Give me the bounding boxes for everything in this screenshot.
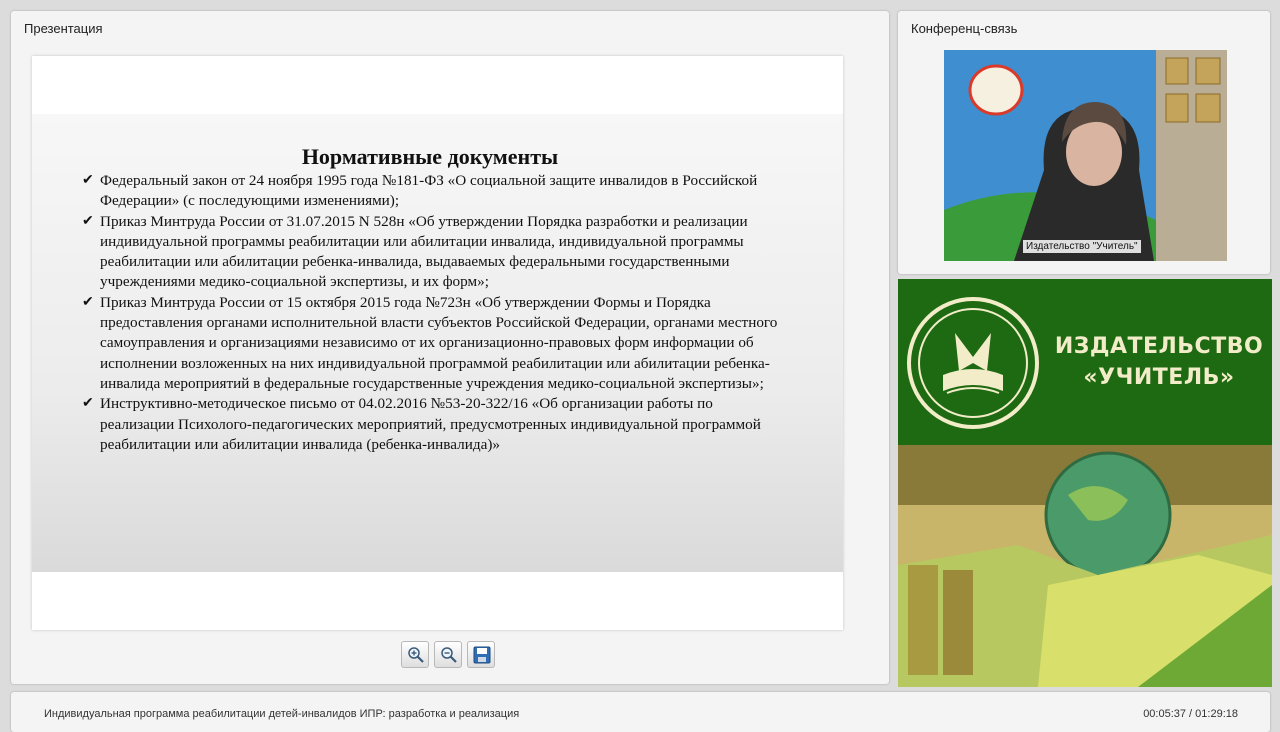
publisher-name-line1: ИЗДАТЕЛЬСТВО <box>1054 334 1264 359</box>
slide-heading: Нормативные документы <box>301 144 559 169</box>
check-icon: ✔ <box>82 396 94 412</box>
video-frame <box>944 50 1227 261</box>
list-item-text: Инструктивно-методическое письмо от 04.0… <box>100 395 761 453</box>
check-icon: ✔ <box>82 213 94 229</box>
zoom-out-button[interactable] <box>434 641 462 668</box>
list-item-text: Федеральный закон от 24 ноября 1995 года… <box>100 172 758 210</box>
course-title: Индивидуальная программа реабилитации де… <box>44 708 520 720</box>
publisher-name: ИЗДАТЕЛЬСТВО «УЧИТЕЛЬ» <box>1044 331 1272 393</box>
save-button[interactable] <box>467 641 495 668</box>
list-item: ✔ Приказ Минтруда России от 31.07.2015 N … <box>82 212 786 293</box>
presentation-title: Презентация <box>24 21 103 36</box>
zoom-in-button[interactable] <box>401 641 429 668</box>
banner-header: ИЗДАТЕЛЬСТВО «УЧИТЕЛЬ» <box>898 279 1272 445</box>
zoom-in-icon <box>408 647 424 663</box>
video-feed[interactable]: Издательство "Учитель" <box>944 50 1227 261</box>
list-item: ✔ Приказ Минтруда России от 15 октября 20… <box>82 293 786 394</box>
conference-title: Конференц-связь <box>911 21 1018 36</box>
list-item-text: Приказ Минтруда России от 15 октября 201… <box>100 293 778 392</box>
publisher-name-line2: «УЧИТЕЛЬ» <box>1083 365 1235 390</box>
slide-document-list: ✔ Федеральный закон от 24 ноября 1995 год… <box>82 171 786 455</box>
save-icon <box>473 646 491 664</box>
conference-panel: Конференц-связь Издательство "Учитель" <box>898 11 1270 274</box>
playback-timecode: 00:05:37 / 01:29:18 <box>1143 708 1238 720</box>
publisher-banner: ИЗДАТЕЛЬСТВО «УЧИТЕЛЬ» <box>898 279 1272 687</box>
list-item: ✔ Инструктивно-методическое письмо от 04.… <box>82 394 786 455</box>
check-icon: ✔ <box>82 294 94 310</box>
banner-image <box>898 445 1272 687</box>
list-item: ✔ Федеральный закон от 24 ноября 1995 год… <box>82 171 786 212</box>
status-bar: Индивидуальная программа реабилитации де… <box>11 692 1270 732</box>
list-item-text: Приказ Минтруда России от 31.07.2015 N 5… <box>100 212 748 291</box>
slide: Нормативные документы ✔ Федеральный закон… <box>32 56 843 630</box>
check-icon: ✔ <box>82 173 94 188</box>
books-globe-illustration <box>898 445 1272 687</box>
presentation-panel: Презентация Нормативные документы ✔ Федер… <box>11 11 889 684</box>
publisher-logo-icon <box>907 297 1039 429</box>
video-caption: Издательство "Учитель" <box>1023 240 1141 253</box>
zoom-out-icon <box>441 647 457 663</box>
